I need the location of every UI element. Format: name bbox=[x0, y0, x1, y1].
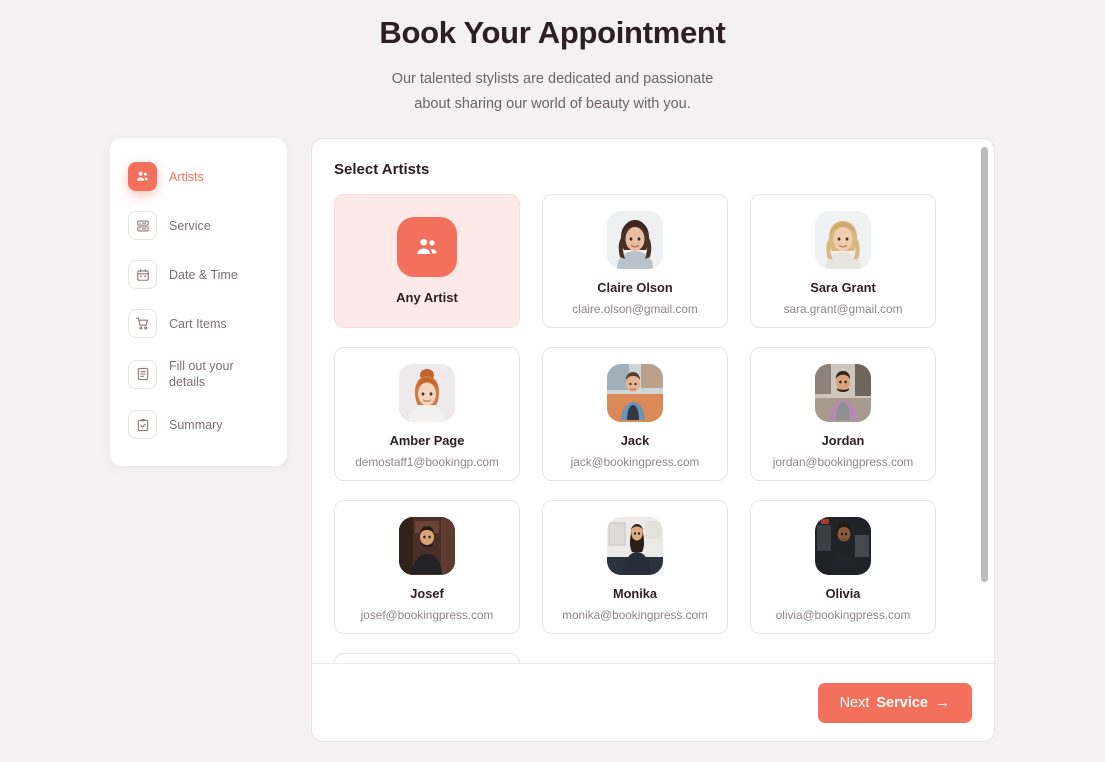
sidebar-item-summary[interactable]: Summary bbox=[110, 403, 287, 446]
clipboard-check-icon bbox=[128, 410, 157, 439]
avatar bbox=[607, 211, 663, 269]
artist-email: olivia@bookingpress.com bbox=[775, 608, 911, 622]
artist-name: Amber Page bbox=[389, 433, 465, 448]
section-title: Select Artists bbox=[334, 161, 430, 178]
sidebar-item-label: Artists bbox=[169, 169, 204, 184]
next-button-prefix: Next bbox=[839, 694, 870, 711]
artist-email: jordan@bookingpress.com bbox=[772, 455, 914, 469]
page-header: Book Your Appointment Our talented styli… bbox=[0, 0, 1105, 118]
artist-grid: Any Artist Claire Olson claire.olson@gma… bbox=[334, 194, 970, 663]
artist-card-any-artist[interactable]: Any Artist bbox=[334, 194, 520, 328]
sidebar-item-label: Fill out your details bbox=[169, 359, 234, 389]
artist-card[interactable]: Jordan jordan@bookingpress.com bbox=[750, 347, 936, 481]
artist-card[interactable]: Claire Olson claire.olson@gmail.com bbox=[542, 194, 728, 328]
artist-email: monika@bookingpress.com bbox=[562, 608, 708, 622]
artist-email: sara.grant@gmail.com bbox=[783, 302, 903, 316]
sidebar-item-cart-items[interactable]: Cart Items bbox=[110, 302, 287, 345]
artist-name: Jordan bbox=[821, 433, 865, 448]
booking-layout: Artists Service Date & Time Cart Items F… bbox=[0, 138, 1105, 742]
scrollbar-thumb[interactable] bbox=[981, 147, 988, 582]
users-icon bbox=[128, 162, 157, 191]
sidebar-item-label: Date & Time bbox=[169, 267, 238, 282]
panel-footer: Next Service → bbox=[312, 663, 994, 741]
avatar bbox=[815, 517, 871, 575]
artist-card[interactable]: Josef josef@bookingpress.com bbox=[334, 500, 520, 634]
artist-name: Claire Olson bbox=[597, 280, 673, 295]
page-subtitle: Our talented stylists are dedicated and … bbox=[0, 67, 1105, 118]
artist-name: Josef bbox=[410, 586, 444, 601]
artist-name: Jack bbox=[620, 433, 650, 448]
artist-card[interactable]: Olivia olivia@bookingpress.com bbox=[750, 500, 936, 634]
sidebar-item-service[interactable]: Service bbox=[110, 204, 287, 247]
artist-name: Monika bbox=[612, 586, 658, 601]
artist-name: Olivia bbox=[825, 586, 861, 601]
scrollbar[interactable] bbox=[981, 147, 988, 655]
sidebar-item-date-time[interactable]: Date & Time bbox=[110, 253, 287, 296]
artist-card[interactable]: Amber Page demostaff1@bookingp.com bbox=[334, 347, 520, 481]
shopping-cart-icon bbox=[128, 309, 157, 338]
form-document-icon bbox=[128, 359, 157, 389]
sidebar-item-label: Service bbox=[169, 218, 211, 233]
artist-scroll-area[interactable]: Select Artists Any Artist Claire Olson c… bbox=[312, 139, 994, 663]
artist-card[interactable]: Sara Grant sara.grant@gmail.com bbox=[750, 194, 936, 328]
page-title: Book Your Appointment bbox=[379, 15, 726, 50]
sidebar-item-label: Summary bbox=[169, 417, 223, 432]
sidebar-item-fill-out-your-details[interactable]: Fill out your details bbox=[110, 351, 287, 397]
step-sidebar: Artists Service Date & Time Cart Items F… bbox=[110, 138, 287, 466]
sidebar-item-label: Cart Items bbox=[169, 316, 227, 331]
artist-email: claire.olson@gmail.com bbox=[572, 302, 698, 316]
artist-email: demostaff1@bookingp.com bbox=[355, 455, 499, 469]
avatar bbox=[399, 364, 455, 422]
next-service-button[interactable]: Next Service → bbox=[817, 682, 972, 723]
next-button-target: Service bbox=[876, 694, 928, 711]
sidebar-item-artists[interactable]: Artists bbox=[110, 155, 287, 198]
avatar bbox=[399, 517, 455, 575]
avatar bbox=[607, 517, 663, 575]
avatar bbox=[607, 364, 663, 422]
artist-card[interactable]: Monika monika@bookingpress.com bbox=[542, 500, 728, 634]
artist-card[interactable]: Jack jack@bookingpress.com bbox=[542, 347, 728, 481]
artist-selection-panel: Select Artists Any Artist Claire Olson c… bbox=[311, 138, 995, 742]
arrow-right-icon: → bbox=[935, 694, 950, 711]
artist-email: josef@bookingpress.com bbox=[360, 608, 494, 622]
subtitle-line-2: about sharing our world of beauty with y… bbox=[414, 96, 691, 113]
users-icon bbox=[397, 217, 457, 277]
artist-email: jack@bookingpress.com bbox=[570, 455, 700, 469]
avatar bbox=[815, 364, 871, 422]
artist-name: Sara Grant bbox=[810, 280, 876, 295]
calendar-icon bbox=[128, 260, 157, 289]
artist-name: Any Artist bbox=[396, 290, 458, 305]
booking-page: Book Your Appointment Our talented styli… bbox=[0, 0, 1105, 762]
artist-card-partial[interactable] bbox=[334, 653, 520, 663]
subtitle-line-1: Our talented stylists are dedicated and … bbox=[391, 70, 714, 87]
service-list-icon bbox=[128, 211, 157, 240]
avatar bbox=[815, 211, 871, 269]
